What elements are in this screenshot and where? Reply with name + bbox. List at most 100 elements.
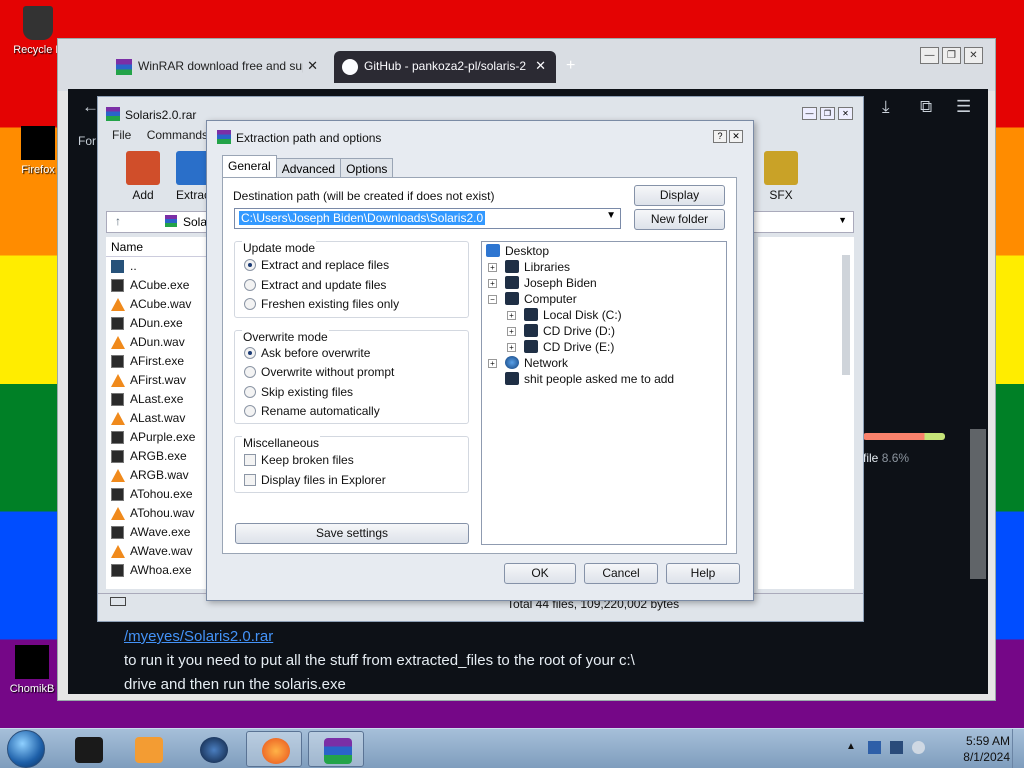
close-button[interactable]: ✕ — [838, 107, 853, 120]
desktop-icon-chomik[interactable]: ChomikB — [0, 645, 64, 695]
radio-rename-auto[interactable]: Rename automatically — [244, 404, 380, 418]
radio-button[interactable] — [244, 298, 256, 310]
tree-node[interactable]: + Libraries — [488, 260, 570, 274]
list-scrollbar[interactable] — [842, 255, 850, 375]
radio-button[interactable] — [244, 366, 256, 378]
file-row[interactable]: ALast.wav — [106, 409, 208, 428]
file-row[interactable]: ARGB.wav — [106, 466, 208, 485]
radio-button[interactable] — [244, 386, 256, 398]
checkbox-keep-broken[interactable]: Keep broken files — [244, 453, 354, 467]
file-row[interactable]: ATohou.wav — [106, 504, 208, 523]
up-arrow-icon[interactable]: ↑ — [115, 214, 121, 228]
file-row[interactable]: ATohou.exe — [106, 485, 208, 504]
extensions-icon[interactable]: ⧉ — [920, 97, 932, 117]
expand-icon[interactable]: + — [488, 263, 497, 272]
expand-icon[interactable]: + — [507, 327, 516, 336]
ok-button[interactable]: OK — [504, 563, 576, 584]
expand-icon[interactable]: + — [488, 279, 497, 288]
tab-github[interactable]: GitHub - pankoza2-pl/solaris-2 ✕ — [334, 51, 556, 83]
start-button[interactable] — [7, 730, 45, 768]
file-row[interactable]: AWave.wav — [106, 542, 208, 561]
close-tab-icon[interactable]: ✕ — [535, 58, 546, 74]
tab-general[interactable]: General — [222, 155, 277, 178]
file-row[interactable]: AFirst.exe — [106, 352, 208, 371]
radio-button[interactable] — [244, 259, 256, 271]
file-row[interactable]: ACube.wav — [106, 295, 208, 314]
file-row[interactable]: APurple.exe — [106, 428, 208, 447]
menu-file[interactable]: File — [112, 128, 131, 142]
checkbox[interactable] — [244, 454, 256, 466]
chevron-down-icon[interactable]: ▼ — [606, 210, 616, 221]
help-button[interactable]: Help — [666, 563, 740, 584]
file-row[interactable]: .. — [106, 257, 208, 276]
file-row[interactable]: AWhoa.exe — [106, 561, 208, 580]
tree-node[interactable]: + CD Drive (D:) — [507, 324, 615, 338]
radio-extract-replace[interactable]: Extract and replace files — [244, 258, 389, 272]
tree-node[interactable]: − Computer — [488, 292, 577, 306]
menu-commands[interactable]: Commands — [147, 128, 208, 142]
minimize-button[interactable]: — — [802, 107, 817, 120]
close-button[interactable]: ✕ — [964, 47, 983, 64]
file-row[interactable]: ARGB.exe — [106, 447, 208, 466]
collapse-icon[interactable]: − — [488, 295, 497, 304]
file-row[interactable]: ACube.exe — [106, 276, 208, 295]
show-desktop-button[interactable] — [1012, 729, 1024, 768]
download-icon[interactable]: ⤓ — [882, 97, 890, 117]
tab-winrar[interactable]: WinRAR download free and sup ✕ — [58, 51, 328, 83]
taskbar-app-3[interactable] — [185, 731, 241, 767]
expand-icon[interactable]: + — [507, 343, 516, 352]
taskbar-app-1[interactable] — [60, 731, 116, 767]
checkbox-display-explorer[interactable]: Display files in Explorer — [244, 473, 386, 487]
new-tab-button[interactable]: + — [566, 57, 575, 75]
tray-icon[interactable] — [868, 741, 881, 754]
destination-path-combo[interactable]: C:\Users\Joseph Biden\Downloads\Solaris2… — [234, 208, 621, 229]
taskbar-media-player[interactable] — [120, 731, 176, 767]
tab-advanced[interactable]: Advanced — [275, 158, 342, 178]
close-tab-icon[interactable]: ✕ — [307, 58, 318, 74]
add-button[interactable]: Add — [118, 151, 168, 202]
file-row[interactable]: ADun.exe — [106, 314, 208, 333]
radio-skip-existing[interactable]: Skip existing files — [244, 385, 353, 399]
tree-node[interactable]: Desktop — [486, 244, 549, 258]
maximize-button[interactable]: ❐ — [820, 107, 835, 120]
readme-link[interactable]: /myeyes/Solaris2.0.rar — [124, 625, 664, 649]
network-icon[interactable] — [890, 741, 903, 754]
help-icon[interactable]: ? — [713, 130, 727, 143]
file-row[interactable]: AWave.exe — [106, 523, 208, 542]
volume-icon[interactable] — [912, 741, 925, 754]
taskbar-winrar[interactable] — [308, 731, 364, 767]
radio-overwrite-no-prompt[interactable]: Overwrite without prompt — [244, 365, 394, 379]
save-settings-button[interactable]: Save settings — [235, 523, 469, 544]
clock[interactable]: 5:59 AM 8/1/2024 — [963, 733, 1010, 765]
cancel-button[interactable]: Cancel — [584, 563, 658, 584]
tab-options[interactable]: Options — [340, 158, 394, 178]
new-folder-button[interactable]: New folder — [634, 209, 725, 230]
tree-node[interactable]: + CD Drive (E:) — [507, 340, 614, 354]
radio-button[interactable] — [244, 347, 256, 359]
close-icon[interactable]: ✕ — [729, 130, 743, 143]
tree-node[interactable]: + Network — [488, 356, 568, 370]
taskbar-firefox[interactable] — [246, 731, 302, 767]
tree-node[interactable]: + Local Disk (C:) — [507, 308, 622, 322]
file-row[interactable]: ALast.exe — [106, 390, 208, 409]
expand-icon[interactable]: + — [507, 311, 516, 320]
expand-icon[interactable]: + — [488, 359, 497, 368]
maximize-button[interactable]: ❐ — [942, 47, 961, 64]
file-row[interactable]: AFirst.wav — [106, 371, 208, 390]
radio-button[interactable] — [244, 405, 256, 417]
menu-icon[interactable]: ☰ — [956, 97, 971, 117]
radio-button[interactable] — [244, 279, 256, 291]
radio-ask-overwrite[interactable]: Ask before overwrite — [244, 346, 370, 360]
chevron-down-icon[interactable]: ▼ — [838, 215, 847, 225]
tray-expand-icon[interactable]: ▲ — [846, 741, 859, 754]
sfx-button[interactable]: SFX — [756, 151, 806, 202]
minimize-button[interactable]: — — [920, 47, 939, 64]
display-button[interactable]: Display — [634, 185, 725, 206]
radio-freshen[interactable]: Freshen existing files only — [244, 297, 399, 311]
radio-extract-update[interactable]: Extract and update files — [244, 278, 386, 292]
column-header-name[interactable]: Name — [106, 237, 208, 257]
page-scrollbar[interactable] — [970, 429, 986, 579]
tree-node[interactable]: shit people asked me to add — [505, 372, 674, 386]
tree-node[interactable]: + Joseph Biden — [488, 276, 597, 290]
checkbox[interactable] — [244, 474, 256, 486]
